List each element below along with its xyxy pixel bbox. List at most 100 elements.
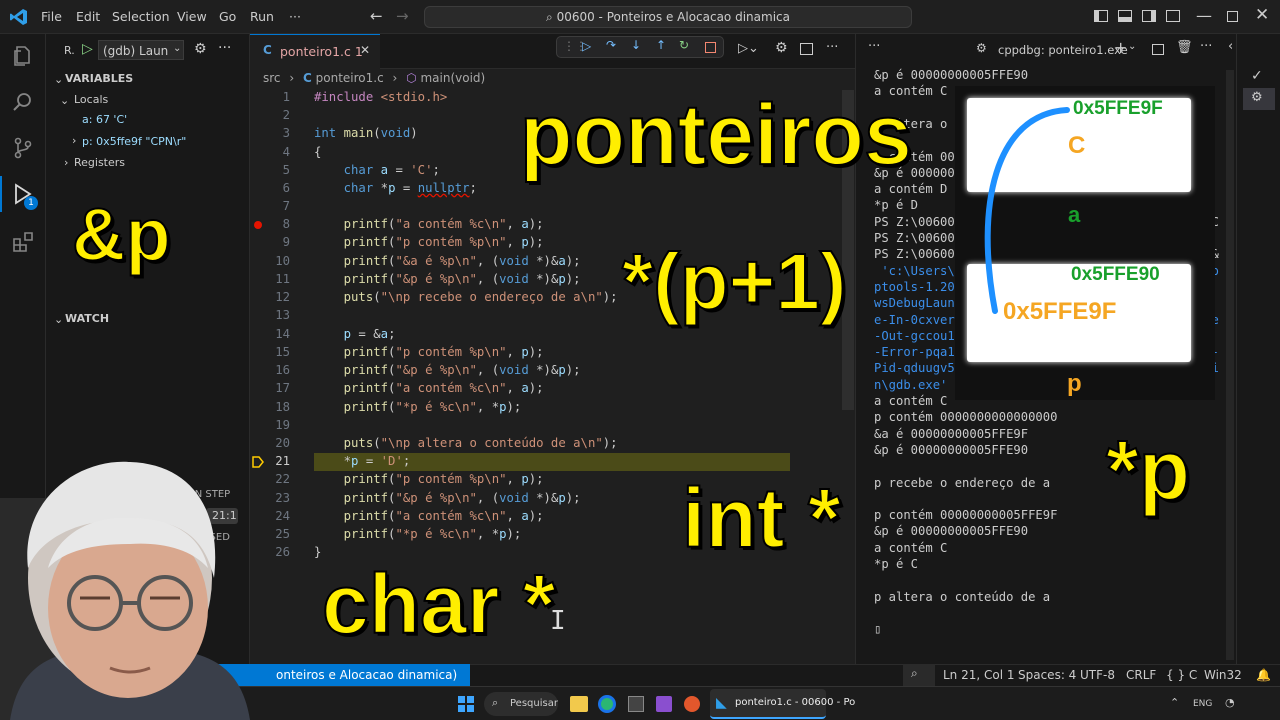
code-line-12[interactable]: puts("\np recebe o endereço de a\n"); — [314, 290, 618, 304]
toggle-sidebar-icon[interactable] — [1094, 10, 1108, 22]
close-icon[interactable]: ✕ — [1255, 5, 1269, 25]
line-number[interactable]: 17 — [250, 381, 290, 395]
line-number[interactable]: 7 — [250, 199, 290, 213]
menu-run[interactable]: Run — [250, 9, 274, 24]
restart-icon[interactable]: ↻ — [679, 38, 689, 52]
chevron-down-icon[interactable]: ⌄ — [54, 73, 63, 86]
search-icon[interactable] — [11, 90, 35, 114]
debug-config-select[interactable]: (gdb) Laun ⌄ — [98, 40, 184, 60]
line-number[interactable]: 5 — [250, 163, 290, 177]
check-icon[interactable]: ✓ — [1251, 68, 1263, 84]
line-number[interactable]: 2 — [250, 108, 290, 122]
close-tab-icon[interactable]: ✕ — [360, 43, 370, 57]
menu-selection[interactable]: Selection — [112, 9, 170, 24]
line-number[interactable]: 12 — [250, 290, 290, 304]
code-line-17[interactable]: printf("a contém %c\n", a); — [314, 381, 544, 395]
variable-p[interactable]: p: 0x5ffe9f "CPN\r" — [82, 135, 186, 148]
source-control-icon[interactable] — [11, 136, 35, 160]
line-number[interactable]: 8 — [250, 217, 290, 231]
status-language[interactable]: { } C — [1166, 668, 1197, 682]
breadcrumb-file[interactable]: ponteiro1.c — [316, 71, 384, 85]
status-spaces[interactable]: Spaces: 4 — [1018, 668, 1076, 682]
customize-layout-icon[interactable] — [1166, 10, 1180, 22]
explorer-icon[interactable] — [11, 44, 35, 68]
terminal-tab-label[interactable]: cppdbg: ponteiro1.exe — [998, 43, 1128, 57]
line-number[interactable]: 16 — [250, 363, 290, 377]
status-encoding[interactable]: UTF-8 — [1080, 668, 1115, 682]
watch-section-title[interactable]: WATCH — [65, 312, 109, 325]
step-into-icon[interactable]: ↓ — [631, 38, 641, 52]
breadcrumb-folder[interactable]: src — [263, 71, 281, 85]
line-number[interactable]: 19 — [250, 418, 290, 432]
new-terminal-icon[interactable]: + — [1114, 38, 1127, 57]
code-line-21[interactable]: *p = 'D'; — [314, 454, 411, 468]
line-number[interactable]: 15 — [250, 345, 290, 359]
minimize-icon[interactable]: — — [1196, 6, 1212, 25]
line-number[interactable]: 6 — [250, 181, 290, 195]
terminal-list-active[interactable]: ⚙ — [1243, 88, 1275, 110]
status-eol[interactable]: CRLF — [1126, 668, 1156, 682]
back-arrow-icon[interactable]: ← — [370, 7, 383, 25]
code-line-6[interactable]: char *p = nullptr; — [314, 181, 477, 195]
line-number[interactable]: 9 — [250, 235, 290, 249]
menu-view[interactable]: View — [177, 9, 207, 24]
menu-edit[interactable]: Edit — [76, 9, 100, 24]
more-actions-icon[interactable]: ··· — [1200, 39, 1212, 54]
line-number[interactable]: 18 — [250, 400, 290, 414]
trash-icon[interactable]: 🗑 — [1176, 40, 1193, 55]
code-line-15[interactable]: printf("p contém %p\n", p); — [314, 345, 544, 359]
code-line-1[interactable]: #include <stdio.h> — [314, 90, 447, 104]
chevron-down-icon[interactable]: ⌄ — [60, 94, 69, 107]
code-line-16[interactable]: printf("&p é %p\n", (void *)&p); — [314, 363, 581, 377]
line-number[interactable]: 3 — [250, 126, 290, 140]
menu-go[interactable]: Go — [219, 9, 236, 24]
more-actions-icon[interactable]: ··· — [218, 40, 231, 56]
run-split-icon[interactable]: ▷⌄ — [738, 41, 759, 56]
git-icon[interactable] — [684, 696, 700, 712]
edge-browser-icon[interactable] — [598, 695, 616, 713]
gear-icon[interactable]: ⚙ — [194, 41, 207, 57]
notification-bell-icon[interactable]: 🔔 — [1256, 668, 1271, 682]
code-line-8[interactable]: printf("a contém %c\n", a); — [314, 217, 544, 231]
status-folder[interactable]: onteiros e Alocacao dinamica) — [276, 668, 457, 682]
more-actions-icon[interactable]: ··· — [826, 40, 838, 55]
windows-start-icon[interactable] — [458, 696, 474, 712]
chevron-down-icon[interactable]: ⌄ — [54, 313, 63, 326]
menu-more[interactable]: ··· — [289, 9, 301, 24]
split-editor-icon[interactable] — [800, 43, 813, 55]
terminal-scrollbar[interactable] — [1226, 70, 1234, 660]
code-line-9[interactable]: printf("p contém %p\n", p); — [314, 235, 544, 249]
line-number[interactable]: 1 — [250, 90, 290, 104]
tab-ponteiro1[interactable]: C ponteiro1.c 1 ✕ — [250, 34, 380, 69]
more-actions-icon[interactable]: ··· — [868, 39, 880, 54]
taskbar-search[interactable]: ⌕ Pesquisar — [484, 692, 558, 716]
line-number[interactable]: 13 — [250, 308, 290, 322]
variables-section-title[interactable]: VARIABLES — [65, 72, 133, 85]
forward-arrow-icon[interactable]: → — [396, 7, 409, 25]
code-line-3[interactable]: int main(void) — [314, 126, 418, 140]
code-line-25[interactable]: printf("*p é %c\n", *p); — [314, 527, 522, 541]
file-explorer-icon[interactable] — [570, 696, 588, 712]
start-debugging-icon[interactable]: ▷ — [82, 41, 93, 57]
code-line-22[interactable]: printf("p contém %p\n", p); — [314, 472, 544, 486]
line-number[interactable]: 11 — [250, 272, 290, 286]
wifi-icon[interactable]: ◔ — [1225, 696, 1235, 709]
split-terminal-icon[interactable] — [1152, 44, 1164, 55]
registers-scope[interactable]: Registers — [74, 156, 125, 169]
chevron-right-icon[interactable]: › — [64, 156, 68, 169]
chevron-down-icon[interactable]: ⌄ — [1128, 41, 1136, 52]
line-number[interactable]: 14 — [250, 327, 290, 341]
visual-studio-icon[interactable] — [656, 696, 672, 712]
extensions-icon[interactable] — [11, 230, 35, 254]
code-line-4[interactable]: { — [314, 145, 321, 159]
command-center[interactable]: ⌕ 00600 - Ponteiros e Alocacao dinamica — [424, 6, 912, 28]
zoom-status[interactable]: ⌕ — [903, 664, 935, 686]
code-line-23[interactable]: printf("&p é %p\n", (void *)&p); — [314, 491, 581, 505]
code-line-14[interactable]: p = &a; — [314, 327, 396, 341]
tray-chevron-icon[interactable]: ⌃ — [1170, 696, 1179, 709]
line-number[interactable]: 4 — [250, 145, 290, 159]
toggle-secondary-sidebar-icon[interactable] — [1142, 10, 1156, 22]
code-line-26[interactable]: } — [314, 545, 321, 559]
variable-a[interactable]: a: 67 'C' — [82, 113, 127, 126]
toggle-panel-icon[interactable] — [1118, 10, 1132, 22]
